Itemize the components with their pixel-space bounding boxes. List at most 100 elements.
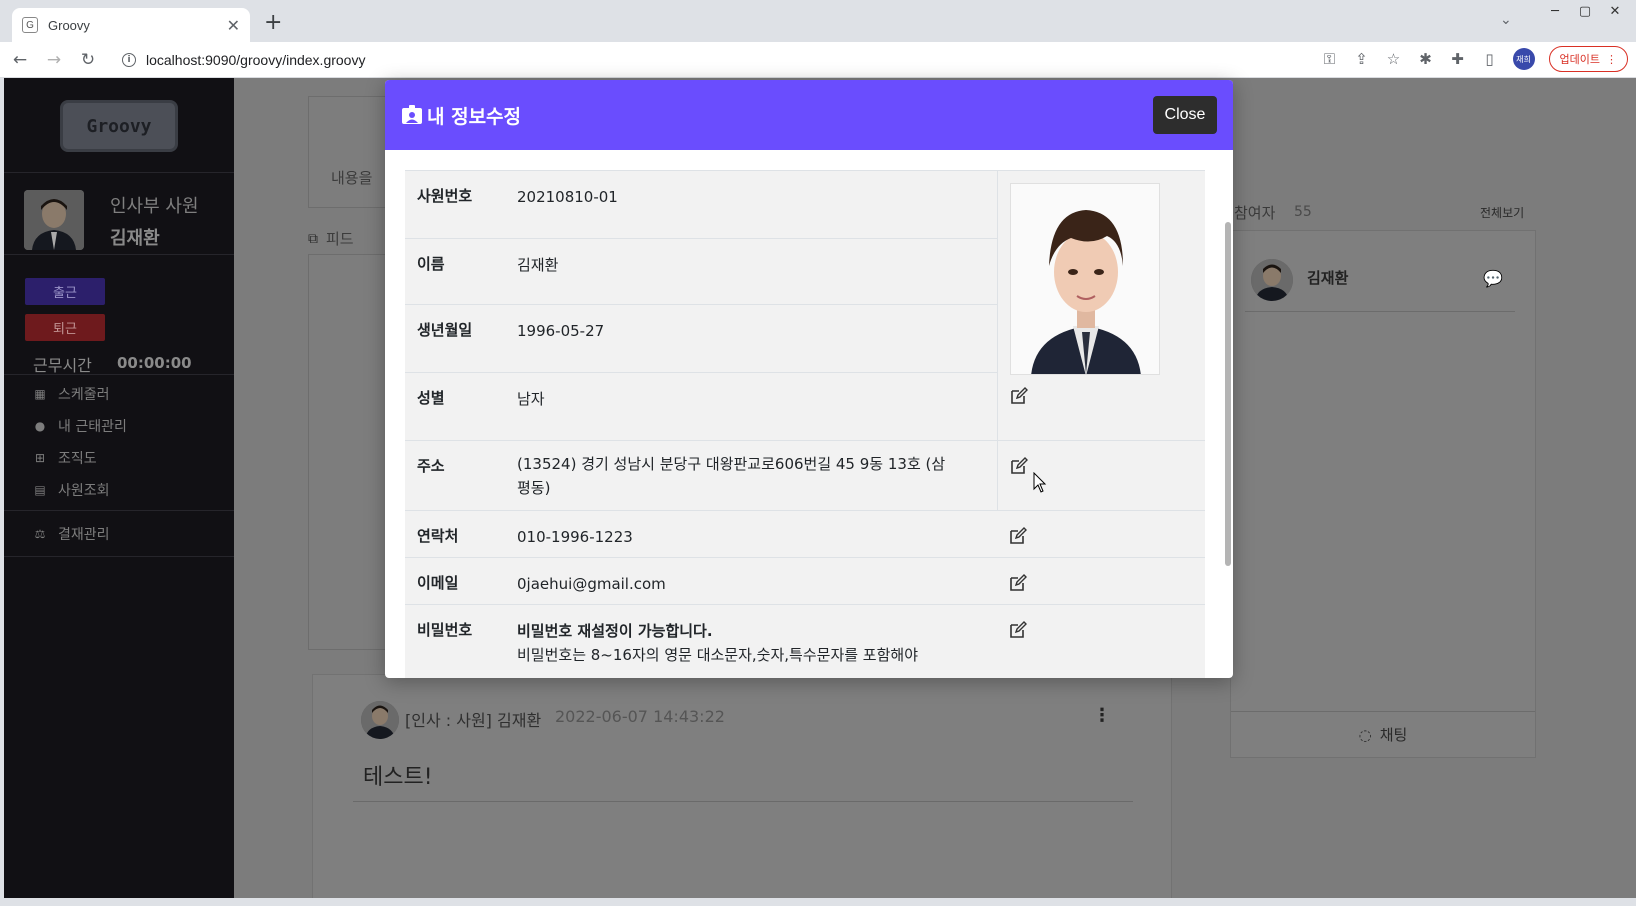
sidebar-item-approval[interactable]: ⚖ 결재관리 bbox=[32, 524, 110, 544]
user-clock-icon: ● bbox=[34, 419, 46, 433]
field-label: 주소 bbox=[417, 457, 445, 475]
top-rows: 사원번호 20210810-01 이름 김재환 생년월일 1996-05-27 … bbox=[405, 170, 997, 440]
edit-icon[interactable] bbox=[1010, 387, 1028, 405]
feed-label: 피드 bbox=[326, 230, 354, 248]
window-controls: ─ ▢ ✕ bbox=[1540, 0, 1630, 22]
edit-icon[interactable] bbox=[1009, 574, 1027, 592]
browser-tab[interactable]: G Groovy ✕ bbox=[12, 8, 250, 42]
avatar bbox=[24, 190, 84, 250]
sidebar-item-attendance[interactable]: ● 내 근태관리 bbox=[32, 416, 127, 436]
field-value: (13524) 경기 성남시 분당구 대왕판교로606번길 45 9동 13호 … bbox=[517, 455, 946, 497]
calendar-icon: ▦ bbox=[34, 387, 46, 401]
groovy-logo[interactable]: Groovy bbox=[60, 100, 178, 152]
clock-out-button[interactable]: 퇴근 bbox=[25, 314, 105, 341]
divider bbox=[1245, 311, 1515, 312]
action-cell bbox=[997, 511, 1205, 557]
participant-name: 김재환 bbox=[1307, 269, 1349, 287]
chat-label: 채팅 bbox=[1379, 726, 1408, 744]
sidebar: Groovy 인사부 사원 김재환 출근 퇴근 근무시간 00:00:00 ▦ … bbox=[4, 78, 234, 898]
avatar bbox=[1251, 259, 1293, 301]
profile-avatar[interactable]: 재희 bbox=[1512, 48, 1535, 70]
modal-title: 내 정보수정 bbox=[427, 105, 522, 128]
feed-header: ⧉ 피드 bbox=[308, 228, 354, 249]
worktime-label: 근무시간 bbox=[33, 356, 92, 375]
clock-in-button[interactable]: 출근 bbox=[25, 278, 105, 305]
field-value: 김재환 bbox=[517, 256, 559, 274]
field-label: 이메일 bbox=[417, 574, 459, 592]
chat-button[interactable]: ◌ 채팅 bbox=[1231, 711, 1535, 757]
sidebar-item-label: 내 근태관리 bbox=[58, 419, 127, 435]
content-placeholder[interactable]: 내용을 bbox=[331, 167, 372, 188]
close-window-icon[interactable]: ✕ bbox=[1600, 0, 1630, 22]
chat-icon: ◌ bbox=[1358, 725, 1372, 744]
forward-arrow-icon[interactable]: → bbox=[40, 50, 68, 70]
sidebar-item-label: 결재관리 bbox=[58, 527, 110, 543]
url-text[interactable]: localhost:9090/groovy/index.groovy bbox=[146, 52, 365, 68]
worktime-value: 00:00:00 bbox=[117, 354, 192, 372]
sidebar-item-org-chart[interactable]: ⊞ 조직도 bbox=[32, 448, 97, 468]
new-tab-button[interactable]: + bbox=[264, 10, 282, 35]
avatar bbox=[361, 701, 399, 739]
participants-panel: 김재환 💬 ◌ 채팅 bbox=[1230, 230, 1536, 758]
edit-profile-modal: 내 정보수정 Close 사원번호 20210810-01 이름 김재환 생년월… bbox=[385, 80, 1233, 678]
maximize-icon[interactable]: ▢ bbox=[1570, 0, 1600, 22]
password-notice: 비밀번호 재설정이 가능합니다. bbox=[517, 622, 713, 640]
password-rule: 비밀번호는 8~16자의 영문 대소문자,숫자,특수문자를 포함해야 bbox=[517, 646, 919, 664]
field-value: 0jaehui@gmail.com bbox=[517, 575, 666, 593]
field-label: 비밀번호 bbox=[417, 621, 473, 639]
reload-icon[interactable]: ↻ bbox=[74, 50, 102, 70]
info-row-address: 주소 (13524) 경기 성남시 분당구 대왕판교로606번길 45 9동 1… bbox=[405, 440, 1205, 510]
edit-icon[interactable] bbox=[1010, 457, 1028, 475]
edit-icon[interactable] bbox=[1009, 621, 1027, 639]
chat-bubble-icon[interactable]: 💬 bbox=[1483, 269, 1503, 288]
feed-post: [인사 : 사원] 김재환 2022-06-07 14:43:22 ⋮ 테스트! bbox=[312, 674, 1172, 898]
tab-search-chevron-icon[interactable]: ⌄ bbox=[1500, 12, 1512, 28]
divider bbox=[4, 556, 234, 557]
modal-body[interactable]: 사원번호 20210810-01 이름 김재환 생년월일 1996-05-27 … bbox=[385, 150, 1233, 678]
close-button[interactable]: Close bbox=[1153, 96, 1217, 134]
share-icon[interactable]: ⇪ bbox=[1353, 50, 1371, 68]
sidebar-item-employee-search[interactable]: ▤ 사원조회 bbox=[32, 480, 110, 500]
kebab-menu-icon: ⋮ bbox=[1606, 52, 1617, 66]
back-arrow-icon[interactable]: ← bbox=[6, 50, 34, 70]
bug-extension-icon[interactable]: ✱ bbox=[1417, 50, 1435, 68]
info-row-gender: 성별 남자 bbox=[405, 372, 997, 440]
side-panel-icon[interactable]: ▯ bbox=[1481, 50, 1499, 68]
update-label: 업데이트 bbox=[1559, 53, 1600, 66]
field-value: 20210810-01 bbox=[517, 188, 618, 206]
post-menu-icon[interactable]: ⋮ bbox=[1093, 705, 1111, 726]
sidebar-item-scheduler[interactable]: ▦ 스케줄러 bbox=[32, 384, 109, 404]
key-icon[interactable]: ⚿ bbox=[1321, 50, 1339, 68]
field-label: 사원번호 bbox=[417, 187, 473, 205]
view-all-link[interactable]: 전체보기 bbox=[1480, 204, 1524, 221]
puzzle-extensions-icon[interactable]: ✚ bbox=[1449, 50, 1467, 68]
edit-icon[interactable] bbox=[1009, 527, 1027, 545]
tab-title: Groovy bbox=[48, 17, 90, 33]
user-role: 인사부 사원 bbox=[110, 196, 199, 217]
minimize-icon[interactable]: ─ bbox=[1540, 0, 1570, 22]
browser-tabbar: G Groovy ✕ + ⌄ ─ ▢ ✕ bbox=[0, 0, 1636, 42]
participants-title: 참여자 bbox=[1234, 204, 1276, 222]
close-tab-icon[interactable]: ✕ bbox=[227, 16, 240, 35]
modal-scrollbar[interactable] bbox=[1225, 222, 1231, 566]
update-button[interactable]: 업데이트 ⋮ bbox=[1548, 46, 1628, 72]
field-value-group: 비밀번호 재설정이 가능합니다. 비밀번호는 8~16자의 영문 대소문자,숫자… bbox=[517, 605, 997, 678]
info-row-password: 비밀번호 비밀번호 재설정이 가능합니다. 비밀번호는 8~16자의 영문 대소… bbox=[405, 604, 1205, 678]
info-table: 사원번호 20210810-01 이름 김재환 생년월일 1996-05-27 … bbox=[405, 170, 1205, 678]
field-value: 1996-05-27 bbox=[517, 322, 605, 340]
photo-column bbox=[997, 170, 1205, 440]
site-info-icon[interactable]: i bbox=[122, 53, 136, 67]
field-label: 생년월일 bbox=[417, 321, 473, 339]
profile-photo[interactable] bbox=[1010, 183, 1160, 375]
address-bar[interactable]: i localhost:9090/groovy/index.groovy bbox=[112, 44, 1512, 76]
action-cell bbox=[997, 558, 1205, 604]
info-row-name: 이름 김재환 bbox=[405, 238, 997, 304]
sidebar-item-label: 사원조회 bbox=[58, 483, 110, 499]
info-row-phone: 연락처 010-1996-1223 bbox=[405, 510, 1205, 557]
bookmark-star-icon[interactable]: ☆ bbox=[1385, 50, 1403, 68]
modal-header: 내 정보수정 Close bbox=[385, 80, 1233, 150]
field-label: 성별 bbox=[417, 389, 445, 407]
divider bbox=[353, 801, 1133, 802]
action-cell bbox=[997, 605, 1205, 678]
divider bbox=[4, 172, 234, 173]
